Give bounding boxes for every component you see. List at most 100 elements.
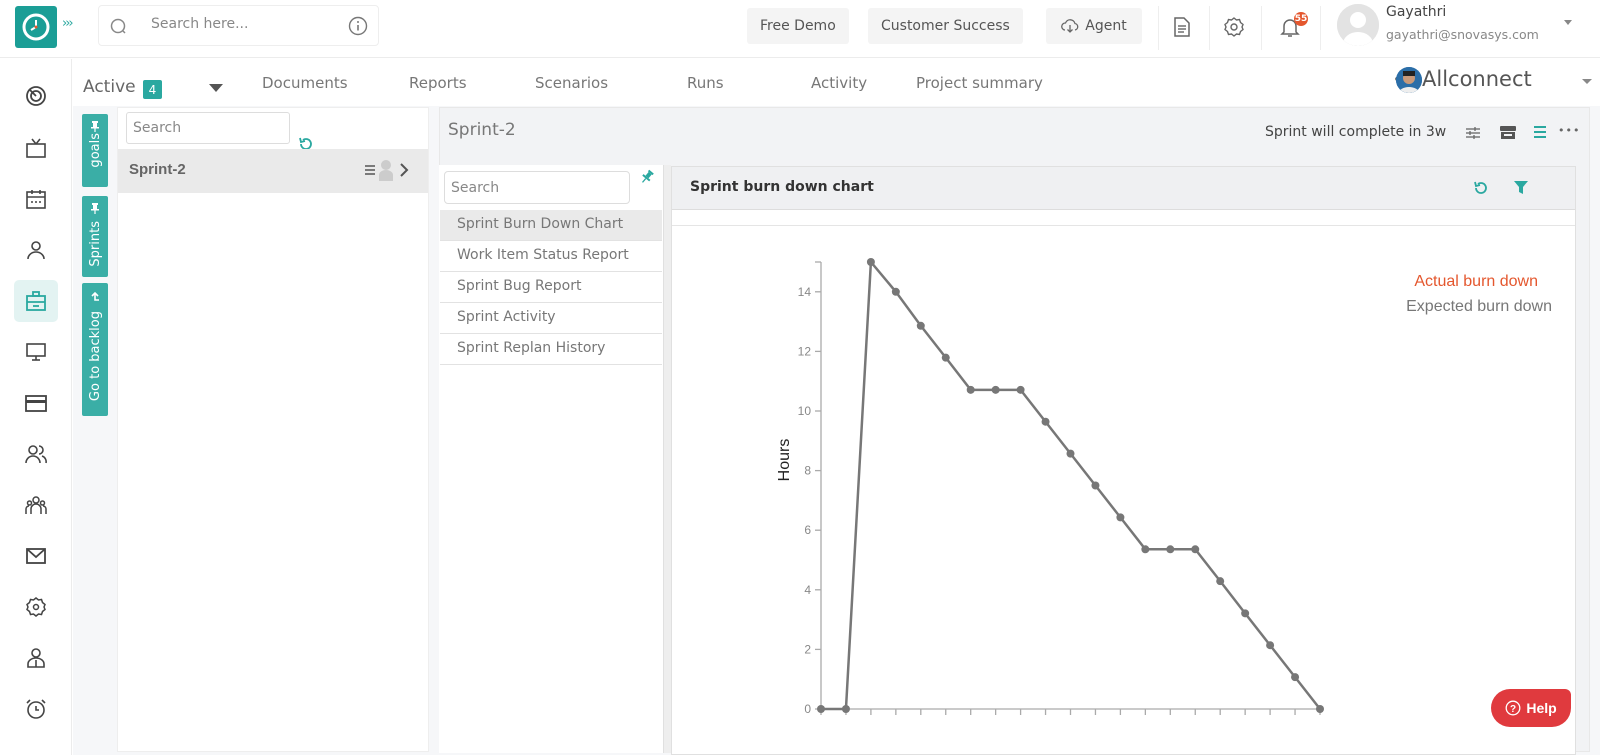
data-point <box>1091 481 1100 490</box>
target-icon <box>26 86 46 106</box>
nav-billing[interactable] <box>14 382 58 424</box>
tab-runs[interactable]: Runs <box>687 74 724 92</box>
report-item-sprint-activity[interactable]: Sprint Activity <box>440 303 662 334</box>
legend-expected-burn-down[interactable]: Expected burn down <box>1406 298 1552 315</box>
data-point <box>991 385 1000 394</box>
nav-user[interactable] <box>14 229 58 271</box>
customer-success-button[interactable]: Customer Success <box>868 8 1023 44</box>
sprint-more-options-icon[interactable]: ••• <box>1558 124 1580 137</box>
project-dropdown-caret-icon[interactable] <box>1582 79 1592 84</box>
nav-team[interactable] <box>14 433 58 475</box>
data-point <box>941 353 950 362</box>
go-to-backlog-tab[interactable]: Go to backlog <box>82 283 108 416</box>
menu-icon[interactable] <box>364 164 376 176</box>
data-point <box>1041 417 1050 426</box>
question-circle-icon: ? <box>1505 700 1521 716</box>
agent-button[interactable]: Agent <box>1046 8 1142 44</box>
chevron-right-icon[interactable] <box>399 163 409 177</box>
goals-tab-label: goals <box>87 133 103 168</box>
pin-icon[interactable] <box>639 169 655 185</box>
assignee-icon[interactable] <box>378 159 394 181</box>
free-demo-button[interactable]: Free Demo <box>747 8 849 44</box>
data-point <box>1316 705 1324 713</box>
avatar-placeholder-icon <box>1337 4 1379 46</box>
y-tick-label: 10 <box>798 404 812 418</box>
nav-calendar[interactable] <box>14 178 58 220</box>
divider <box>1158 6 1159 50</box>
nav-dashboard[interactable] <box>14 75 58 117</box>
list-view-icon[interactable] <box>1532 124 1548 140</box>
global-search-input[interactable] <box>151 16 331 32</box>
user-email: gayathri@snovasys.com <box>1386 27 1539 42</box>
y-tick-label: 8 <box>804 464 811 478</box>
y-axis-label: Hours <box>776 439 793 482</box>
expected-burn-down-line <box>821 258 1321 711</box>
y-tick-label: 4 <box>804 583 811 597</box>
mail-icon <box>26 548 46 564</box>
info-icon[interactable] <box>348 16 368 36</box>
desktop-icon <box>26 343 46 361</box>
credit-card-icon <box>25 395 47 412</box>
users-icon <box>25 445 47 464</box>
data-point <box>1291 673 1300 682</box>
settings-icon[interactable] <box>1223 16 1245 38</box>
help-button[interactable]: ? Help <box>1491 689 1571 727</box>
report-item-work-item-status-report[interactable]: Work Item Status Report <box>440 241 662 272</box>
burn-down-chart: 0 2 4 6 8 10 12 14 Hours Actual burn down Expec… <box>776 258 1552 716</box>
data-point <box>1116 513 1125 522</box>
pin-icon <box>91 203 99 214</box>
pin-icon <box>91 121 99 132</box>
divider <box>1261 6 1262 50</box>
nav-projects[interactable] <box>14 280 58 322</box>
series-expected <box>817 258 1324 713</box>
legend-actual-burn-down[interactable]: Actual burn down <box>1414 273 1538 290</box>
tab-reports[interactable]: Reports <box>409 74 467 92</box>
resize-handle[interactable] <box>663 165 671 753</box>
report-item-sprint-replan-history[interactable]: Sprint Replan History <box>440 334 662 365</box>
report-item-sprint-burn-down-chart[interactable]: Sprint Burn Down Chart <box>440 210 662 241</box>
divider <box>1209 6 1210 50</box>
report-search-input[interactable] <box>444 171 630 204</box>
y-tick-label: 0 <box>804 702 811 716</box>
app-logo[interactable] <box>15 6 57 48</box>
tab-project-summary[interactable]: Project summary <box>916 74 1043 92</box>
active-filter-label[interactable]: Active <box>83 77 136 97</box>
data-point <box>866 258 875 266</box>
report-list: Sprint Burn Down Chart Work Item Status … <box>439 165 663 753</box>
sprints-tab[interactable]: Sprints <box>82 196 108 277</box>
sprint-row[interactable]: Sprint-2 <box>118 149 428 193</box>
document-icon[interactable] <box>1171 16 1193 38</box>
nav-profile[interactable] <box>14 637 58 679</box>
store-icon[interactable] <box>1499 124 1517 140</box>
tab-documents[interactable]: Documents <box>262 74 348 92</box>
filter-icon[interactable] <box>1513 180 1529 196</box>
user-avatar[interactable] <box>1337 4 1379 46</box>
data-point <box>817 705 825 713</box>
free-demo-label: Free Demo <box>760 18 836 34</box>
data-point <box>1266 641 1275 650</box>
tab-activity[interactable]: Activity <box>811 74 867 92</box>
user-menu-caret-icon[interactable] <box>1564 20 1572 25</box>
sliders-icon[interactable] <box>1465 125 1481 141</box>
refresh-icon[interactable] <box>1472 179 1490 197</box>
sprint-list-panel: Sprint-2 <box>117 107 429 752</box>
sprint-name: Sprint-2 <box>129 161 186 178</box>
y-axis: 0 2 4 6 8 10 12 14 <box>798 261 822 716</box>
nav-mail[interactable] <box>14 535 58 577</box>
nav-desktop[interactable] <box>14 331 58 373</box>
data-point <box>966 385 975 394</box>
calendar-icon <box>26 190 46 209</box>
nav-settings[interactable] <box>14 586 58 628</box>
nav-tv[interactable] <box>14 127 58 169</box>
project-image-icon <box>1396 67 1422 93</box>
active-dropdown-caret-icon[interactable] <box>209 84 223 92</box>
report-item-sprint-bug-report[interactable]: Sprint Bug Report <box>440 272 662 303</box>
goals-tab[interactable]: goals <box>82 114 108 187</box>
project-name[interactable]: Allconnect <box>1422 67 1532 91</box>
expand-sidebar-icon[interactable]: ››› <box>62 16 74 31</box>
nav-groups[interactable] <box>14 484 58 526</box>
sprint-search-input[interactable] <box>126 112 290 144</box>
nav-alarm[interactable] <box>14 688 58 730</box>
go-to-backlog-label: Go to backlog <box>87 311 103 402</box>
tab-scenarios[interactable]: Scenarios <box>535 74 608 92</box>
